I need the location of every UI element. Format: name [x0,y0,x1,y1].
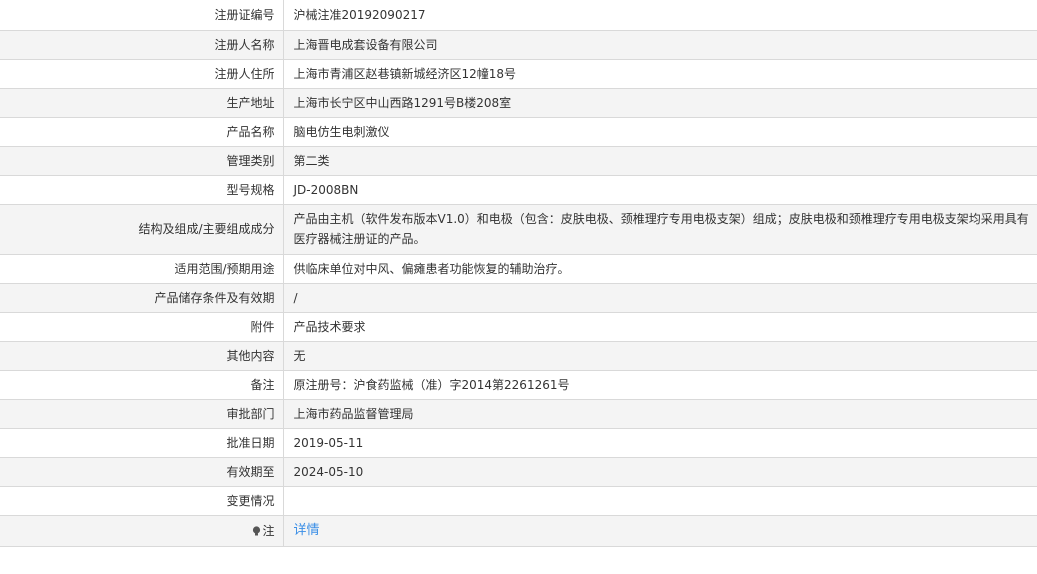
row-label: 变更情况 [0,486,284,516]
lightbulb-icon [252,522,261,535]
row-label: 型号规格 [0,175,284,205]
row-label: 管理类别 [0,146,284,176]
row-value: / [283,283,1037,313]
row-label: 产品名称 [0,117,284,147]
row-value: 上海市药品监督管理局 [283,399,1037,429]
row-label: 批准日期 [0,428,284,458]
table-row: 结构及组成/主要组成成分 产品由主机（软件发布版本V1.0）和电极（包含：皮肤电… [0,204,1037,255]
table-row: 附件 产品技术要求 [0,312,1037,342]
table-row: 批准日期 2019-05-11 [0,428,1037,458]
note-row: 注 详情 [0,515,1037,547]
table-row: 产品名称 脑电仿生电刺激仪 [0,117,1037,147]
registration-detail-table: 注册证编号 沪械注准20192090217 注册人名称 上海晋电成套设备有限公司… [0,0,1037,547]
row-value: JD-2008BN [283,175,1037,205]
row-label: 审批部门 [0,399,284,429]
row-label: 结构及组成/主要组成成分 [0,204,284,255]
note-label-cell: 注 [0,515,284,547]
table-row: 备注 原注册号：沪食药监械（准）字2014第2261261号 [0,370,1037,400]
table-row: 生产地址 上海市长宁区中山西路1291号B楼208室 [0,88,1037,118]
row-value: 无 [283,341,1037,371]
row-label: 注册证编号 [0,0,284,31]
table-row: 注册人住所 上海市青浦区赵巷镇新城经济区12幢18号 [0,59,1037,89]
row-value: 上海市长宁区中山西路1291号B楼208室 [283,88,1037,118]
row-label: 生产地址 [0,88,284,118]
row-value [283,486,1037,516]
note-label: 注 [262,523,275,538]
table-row: 适用范围/预期用途 供临床单位对中风、偏瘫患者功能恢复的辅助治疗。 [0,254,1037,284]
table-row: 变更情况 [0,486,1037,516]
row-value: 沪械注准20192090217 [283,0,1037,31]
table-row: 有效期至 2024-05-10 [0,457,1037,487]
row-label: 其他内容 [0,341,284,371]
row-value: 产品由主机（软件发布版本V1.0）和电极（包含：皮肤电极、颈椎理疗专用电极支架）… [283,204,1037,255]
row-label: 备注 [0,370,284,400]
row-value: 产品技术要求 [283,312,1037,342]
row-value: 上海晋电成套设备有限公司 [283,30,1037,60]
row-value: 2024-05-10 [283,457,1037,487]
table-row: 注册证编号 沪械注准20192090217 [0,0,1037,31]
row-label: 附件 [0,312,284,342]
row-value: 第二类 [283,146,1037,176]
row-value: 脑电仿生电刺激仪 [283,117,1037,147]
row-label: 有效期至 [0,457,284,487]
table-row: 注册人名称 上海晋电成套设备有限公司 [0,30,1037,60]
table-row: 审批部门 上海市药品监督管理局 [0,399,1037,429]
row-label: 产品储存条件及有效期 [0,283,284,313]
table-row: 产品储存条件及有效期 / [0,283,1037,313]
details-link[interactable]: 详情 [294,523,320,538]
note-value-cell: 详情 [283,515,1037,547]
row-label: 注册人名称 [0,30,284,60]
row-value: 上海市青浦区赵巷镇新城经济区12幢18号 [283,59,1037,89]
row-value: 2019-05-11 [283,428,1037,458]
table-row: 管理类别 第二类 [0,146,1037,176]
row-value: 供临床单位对中风、偏瘫患者功能恢复的辅助治疗。 [283,254,1037,284]
row-label: 注册人住所 [0,59,284,89]
table-row: 型号规格 JD-2008BN [0,175,1037,205]
row-value: 原注册号：沪食药监械（准）字2014第2261261号 [283,370,1037,400]
row-label: 适用范围/预期用途 [0,254,284,284]
table-row: 其他内容 无 [0,341,1037,371]
